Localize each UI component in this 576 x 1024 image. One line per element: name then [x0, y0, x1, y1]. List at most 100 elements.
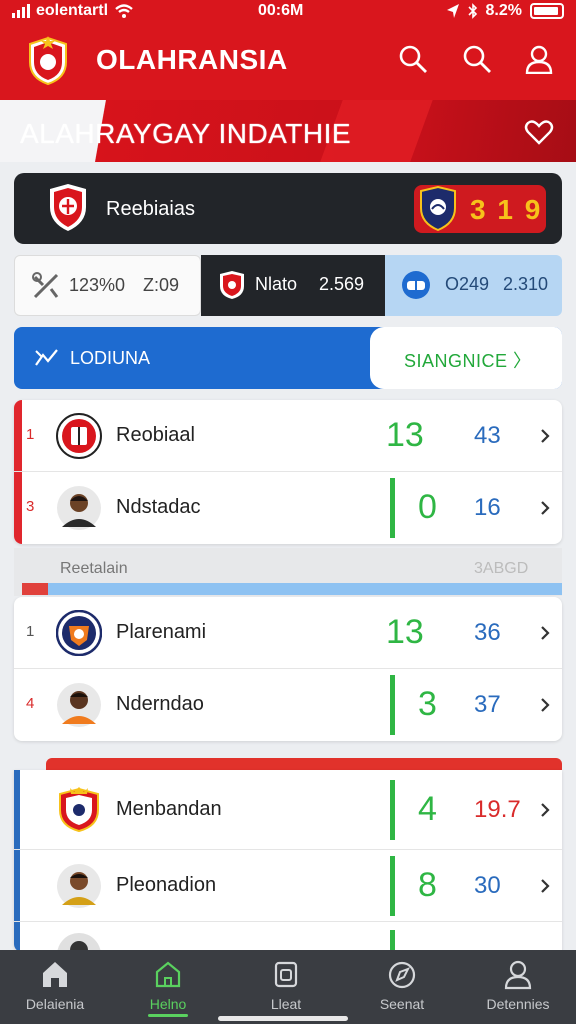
row-divider [390, 675, 395, 735]
table-row[interactable]: 1 Plarenami 13 36 [14, 597, 562, 669]
segment-odds-value: 2.310 [503, 274, 549, 294]
row-value-primary: 13 [386, 416, 424, 454]
team-crest-icon [59, 787, 99, 832]
row-rank: 1 [26, 623, 35, 640]
row-value-primary: 4 [418, 790, 437, 828]
nav-item-active[interactable]: Helno [113, 958, 223, 1012]
subsection-progress [22, 583, 562, 595]
row-rank: 4 [26, 695, 35, 712]
club-logo-icon[interactable] [26, 36, 70, 86]
row-name: Nderndao [116, 693, 204, 715]
standings-group-1: 1 Reobiaal 13 43 3 Ndstadac 0 16 [14, 400, 562, 544]
nav-item-label: Helno [149, 996, 187, 1012]
player-avatar [57, 933, 101, 952]
row-divider [390, 856, 395, 916]
row-name: Ndstadac [116, 496, 201, 518]
group-3-top-strip [46, 758, 562, 770]
tab-standings-label: LODIUNA [70, 347, 151, 368]
tab-standings[interactable]: LODIUNA [34, 347, 150, 369]
nav-item-seenat[interactable]: Seenat [347, 958, 457, 1012]
chevron-right-icon[interactable] [538, 800, 552, 820]
chart-icon [35, 349, 58, 366]
profile-icon [504, 960, 532, 990]
row-value-secondary: 16 [474, 494, 501, 521]
row-name: Pleonadion [116, 874, 217, 896]
player-avatar [57, 864, 101, 908]
location-icon [446, 4, 459, 18]
home-indicator[interactable] [218, 1016, 348, 1021]
nav-item-profile[interactable]: Detennies [463, 958, 573, 1012]
row-accent [14, 400, 22, 471]
row-value-primary: 13 [386, 613, 424, 651]
nav-item-label: Lleat [270, 996, 302, 1012]
featured-score-box: 3 1 9 [414, 185, 546, 233]
section-tabs: LODIUNA SIANGNICE 〉 [14, 327, 562, 389]
table-row[interactable]: Pleonadion 8 30 [14, 850, 562, 922]
row-accent [14, 850, 20, 921]
status-bar: eolentartl 00:6M 8.2% [0, 0, 576, 24]
nav-item-label: Seenat [379, 996, 425, 1012]
row-value-primary: 0 [418, 488, 437, 526]
app-header: OLAHRANSIA [0, 24, 576, 100]
app-root: eolentartl 00:6M 8.2% OLAHRANSIA ALAHRAY… [0, 0, 576, 1024]
row-value-secondary: 43 [474, 422, 501, 449]
house-outline-icon [155, 961, 181, 988]
row-value-secondary: 19.7 [474, 796, 521, 823]
chevron-right-icon[interactable] [538, 695, 552, 715]
banner-title: ALAHRAYGAY INDATHIE [20, 118, 352, 149]
chevron-right-icon[interactable] [538, 876, 552, 896]
standings-group-3: Menbandan 4 19.7 Pleonadion 8 30 [14, 770, 562, 952]
status-left: eolentartl [12, 2, 134, 20]
segment-match-label: Nlato [255, 274, 298, 294]
row-divider [390, 780, 395, 840]
row-value-primary: 8 [418, 866, 437, 904]
search-icon[interactable] [398, 44, 428, 74]
nav-item-label: Detennies [486, 996, 550, 1012]
row-name: Reobiaal [116, 424, 195, 446]
segment-match-value: 2.569 [319, 274, 365, 294]
compass-icon [388, 961, 416, 989]
carrier-label: eolentartl [36, 2, 109, 19]
tools-icon [32, 272, 59, 299]
chevron-right-icon[interactable] [538, 426, 552, 446]
heart-icon[interactable] [524, 118, 554, 146]
row-rank: 1 [26, 426, 35, 443]
featured-score: 3 1 9 [470, 194, 543, 225]
standings-group-2: 1 Plarenami 13 36 4 Nderndao 3 37 [14, 597, 562, 741]
segment-odds[interactable]: O249 2.310 [385, 255, 562, 316]
table-row[interactable] [14, 922, 562, 952]
segment-odds-label: O249 [445, 274, 490, 294]
square-icon [274, 961, 298, 988]
row-accent [14, 770, 20, 849]
segment-stats-label: 123%0 [69, 275, 126, 295]
tab-signings[interactable]: SIANGNICE 〉 [370, 327, 562, 389]
signal-icon [12, 4, 30, 18]
search-icon[interactable] [462, 44, 492, 74]
nav-item-label: Delaienia [25, 996, 85, 1012]
team-crest-icon [56, 413, 102, 459]
team-crest-icon [56, 610, 102, 656]
table-row[interactable]: 4 Nderndao 3 37 [14, 669, 562, 741]
table-row[interactable]: 3 Ndstadac 0 16 [14, 472, 562, 544]
bottom-navigation: Delaienia Helno Lleat Seenat Detennies [0, 950, 576, 1024]
table-row[interactable]: Menbandan 4 19.7 [14, 770, 562, 850]
chevron-right-icon[interactable] [538, 623, 552, 643]
status-time: 00:6M [258, 2, 304, 19]
row-accent [14, 922, 20, 952]
segment-match[interactable]: Nlato 2.569 [201, 255, 385, 316]
table-row[interactable]: 1 Reobiaal 13 43 [14, 400, 562, 472]
segment-stats[interactable]: 123%0 Z:09 [14, 255, 201, 316]
goggles-icon [402, 271, 430, 299]
player-avatar [57, 486, 101, 530]
segment-stats-value: Z:09 [143, 275, 180, 295]
profile-icon[interactable] [524, 44, 554, 74]
featured-match-card[interactable]: Reebiaias 3 1 9 [14, 173, 562, 244]
nav-item-home[interactable]: Delaienia [0, 958, 110, 1012]
promo-banner[interactable]: ALAHRAYGAY INDATHIE [0, 100, 576, 162]
nav-item-lleat[interactable]: Lleat [231, 958, 341, 1012]
row-value-primary: 3 [418, 685, 437, 723]
chevron-right-icon[interactable] [538, 498, 552, 518]
status-right: 8.2% [446, 2, 564, 20]
player-avatar [57, 683, 101, 727]
featured-team-name: Reebiaias [106, 198, 195, 220]
